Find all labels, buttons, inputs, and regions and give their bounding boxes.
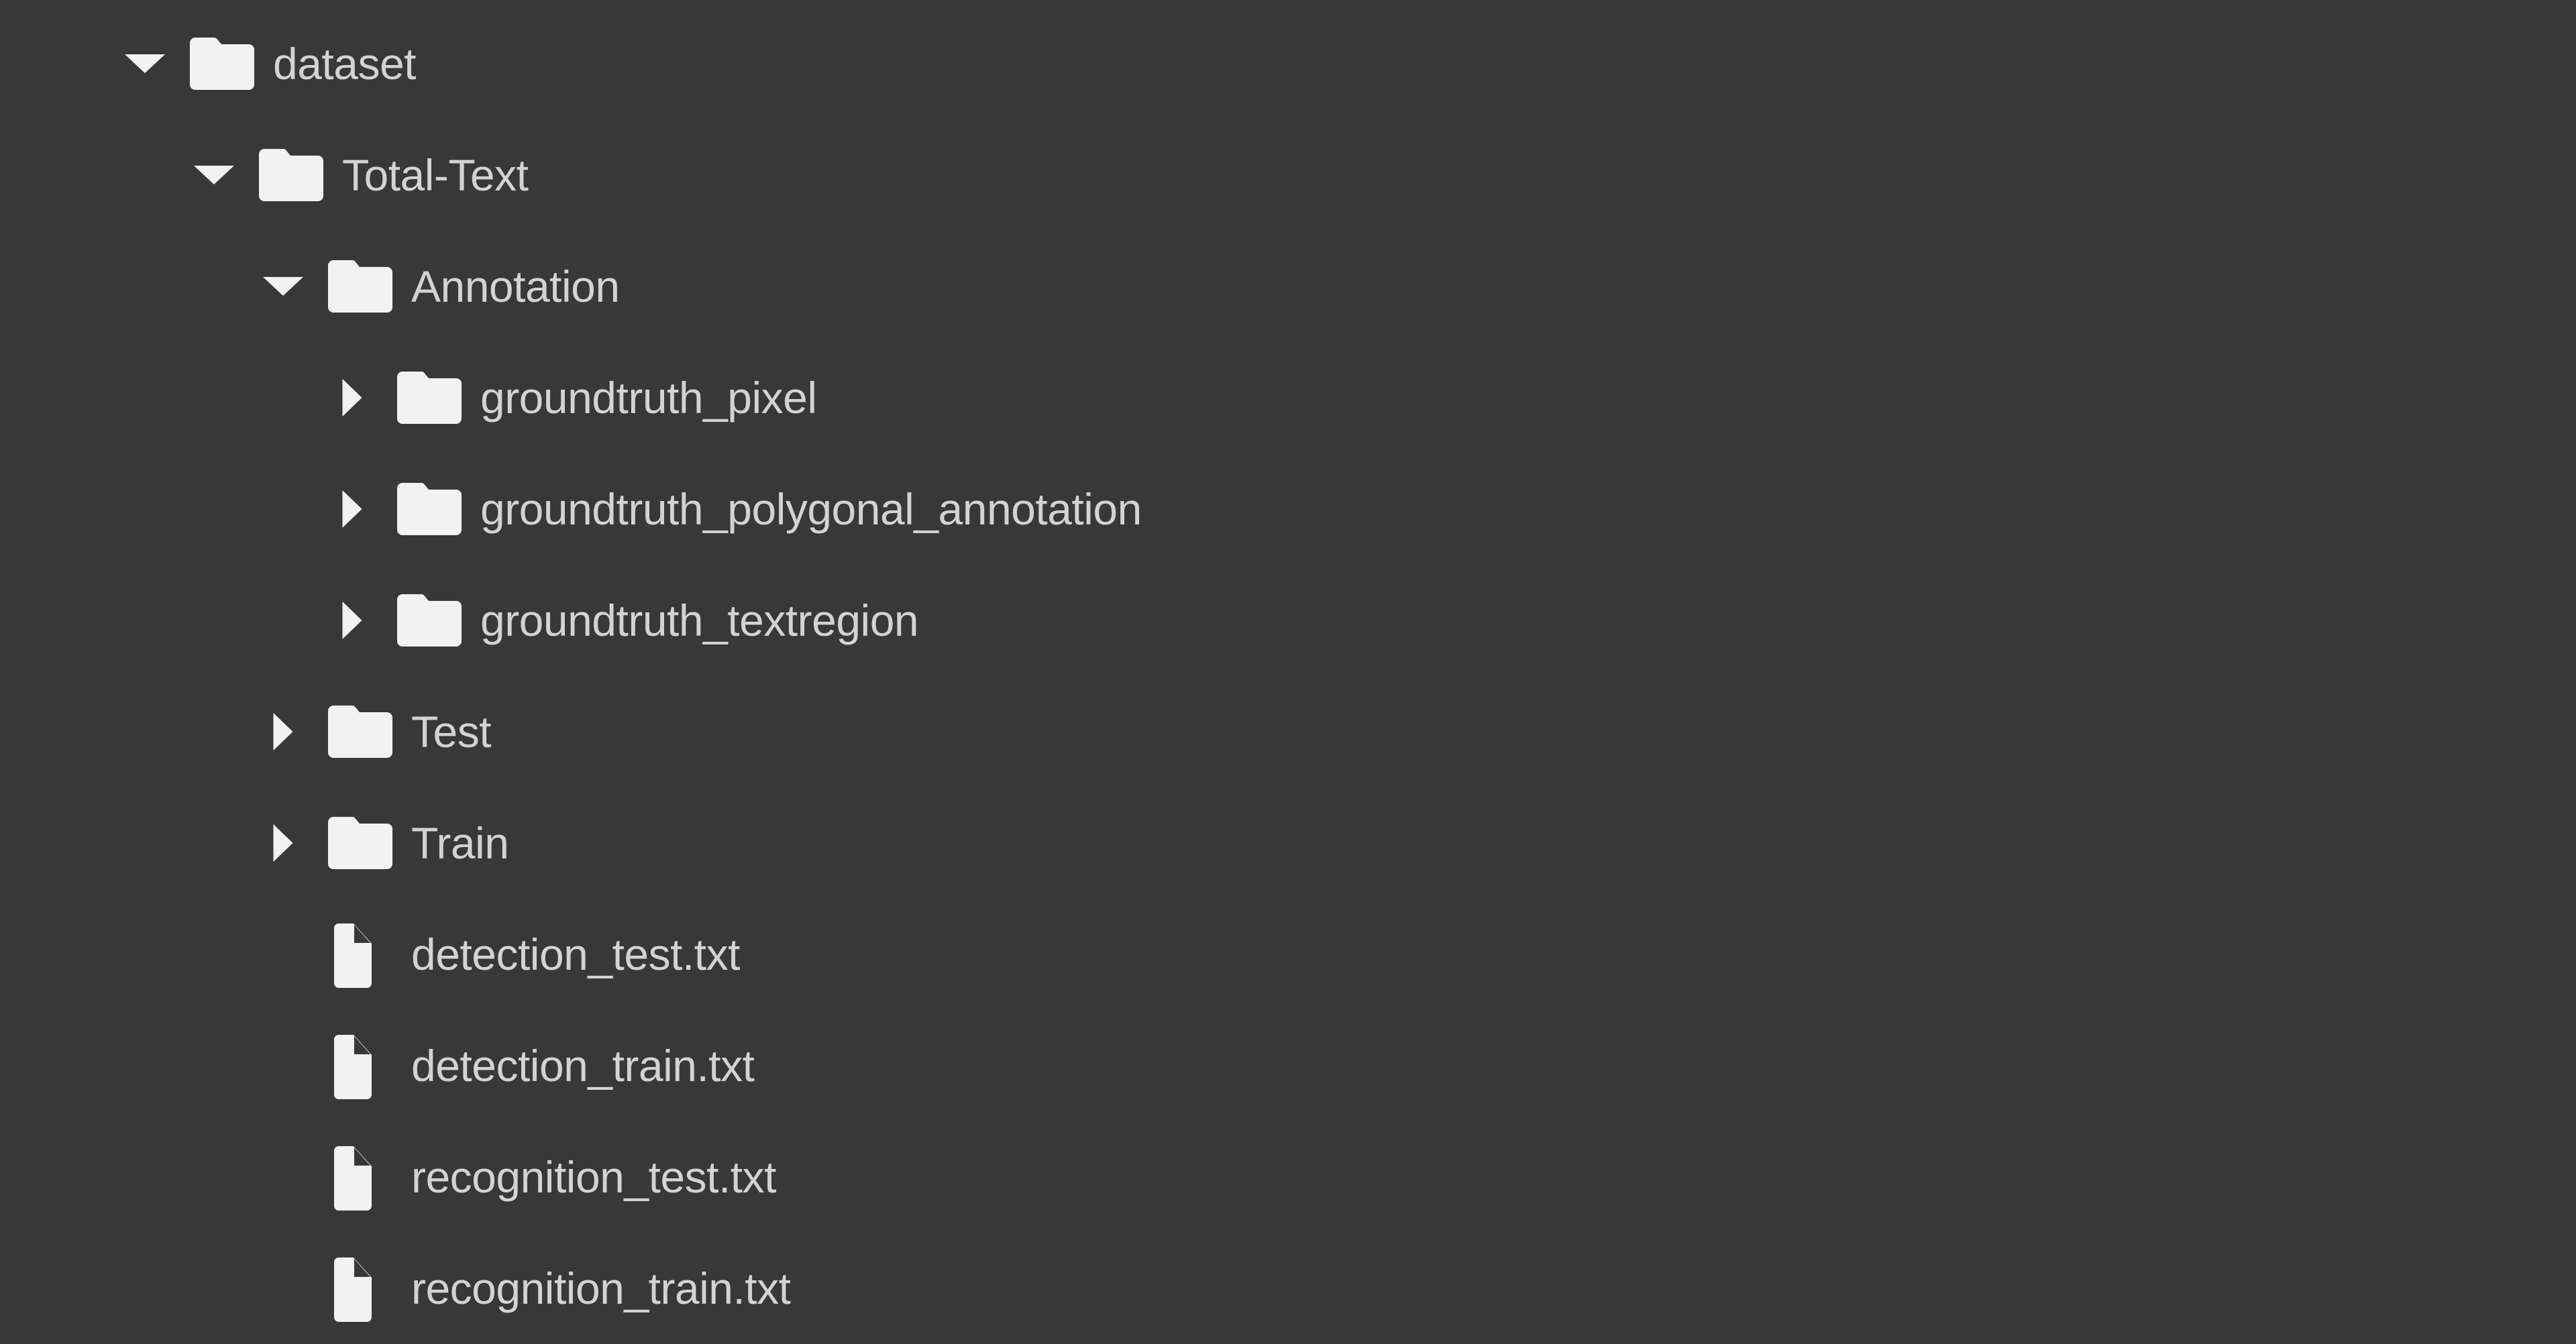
- folder-name-label: dataset: [273, 39, 417, 89]
- file-tree: dataset Total-Text Annotation groundtruth_p…: [0, 0, 2576, 1332]
- chevron-right-icon[interactable]: [330, 598, 374, 642]
- chevron-down-icon[interactable]: [192, 153, 236, 197]
- folder-icon: [255, 145, 327, 205]
- tree-row-folder[interactable]: Total-Text: [0, 119, 2576, 231]
- tree-row-folder[interactable]: groundtruth_textregion: [0, 565, 2576, 676]
- file-name-label: recognition_train.txt: [411, 1264, 791, 1313]
- chevron-down-icon[interactable]: [261, 264, 305, 309]
- folder-icon: [324, 813, 396, 873]
- folder-icon: [324, 256, 396, 317]
- tree-row-folder[interactable]: dataset: [0, 8, 2576, 119]
- folder-name-label: groundtruth_textregion: [480, 596, 919, 645]
- file-icon: [324, 1032, 396, 1099]
- chevron-right-icon[interactable]: [330, 487, 374, 531]
- folder-icon: [393, 479, 466, 539]
- tree-row-file[interactable]: detection_test.txt: [0, 899, 2576, 1010]
- file-icon: [324, 921, 396, 988]
- file-icon: [324, 1255, 396, 1322]
- folder-name-label: Annotation: [411, 262, 620, 311]
- tree-row-folder[interactable]: groundtruth_polygonal_annotation: [0, 453, 2576, 565]
- chevron-right-icon[interactable]: [261, 710, 305, 754]
- file-name-label: recognition_test.txt: [411, 1152, 776, 1202]
- folder-name-label: Train: [411, 818, 509, 868]
- file-icon: [324, 1143, 396, 1211]
- chevron-down-icon[interactable]: [123, 42, 167, 86]
- folder-name-label: Test: [411, 707, 492, 757]
- folder-icon: [393, 590, 466, 651]
- folder-name-label: Total-Text: [342, 150, 529, 200]
- tree-row-file[interactable]: recognition_train.txt: [0, 1233, 2576, 1344]
- tree-row-folder[interactable]: Train: [0, 787, 2576, 899]
- chevron-right-icon[interactable]: [330, 376, 374, 420]
- file-name-label: detection_test.txt: [411, 930, 740, 979]
- file-name-label: detection_train.txt: [411, 1041, 755, 1090]
- tree-row-folder[interactable]: Annotation: [0, 231, 2576, 342]
- folder-icon: [324, 702, 396, 762]
- tree-row-folder[interactable]: groundtruth_pixel: [0, 342, 2576, 453]
- folder-icon: [393, 368, 466, 428]
- tree-row-folder[interactable]: Test: [0, 676, 2576, 787]
- tree-row-file[interactable]: recognition_test.txt: [0, 1121, 2576, 1233]
- folder-name-label: groundtruth_polygonal_annotation: [480, 484, 1142, 534]
- chevron-right-icon[interactable]: [261, 821, 305, 865]
- tree-row-file[interactable]: detection_train.txt: [0, 1010, 2576, 1121]
- folder-name-label: groundtruth_pixel: [480, 373, 817, 423]
- folder-icon: [186, 34, 258, 94]
